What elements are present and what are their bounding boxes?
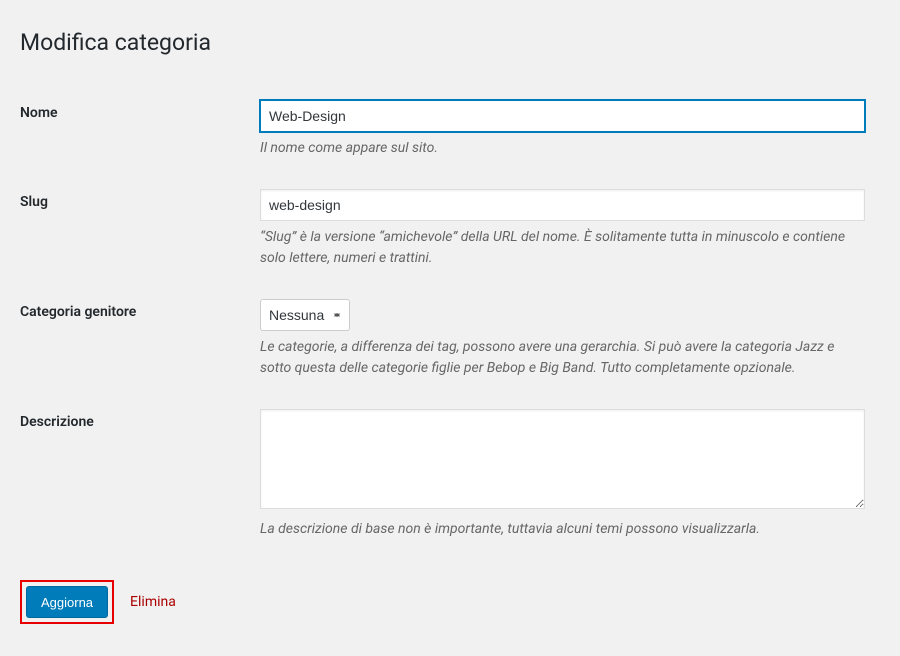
name-description: Il nome come appare sul sito. [260,138,865,159]
parent-category-select[interactable]: Nessuna [260,299,350,331]
name-input[interactable] [260,100,865,132]
page-title: Modifica categoria [20,20,880,60]
submit-row: Aggiorna Elimina [20,580,880,624]
description-textarea[interactable] [260,409,865,509]
slug-description: “Slug” è la versione “amichevole” della … [260,227,865,269]
slug-label: Slug [20,194,48,210]
update-button-highlight: Aggiorna [20,580,114,624]
parent-category-label: Categoria genitore [20,304,136,320]
edit-category-form: Nome Il nome come appare sul sito. Slug … [20,90,880,560]
delete-link[interactable]: Elimina [130,594,176,610]
description-label: Descrizione [20,414,94,430]
name-label: Nome [20,105,58,121]
description-help-text: La descrizione di base non è importante,… [260,519,865,540]
parent-category-description: Le categorie, a differenza dei tag, poss… [260,337,865,379]
update-button[interactable]: Aggiorna [26,586,108,618]
slug-input[interactable] [260,189,865,221]
